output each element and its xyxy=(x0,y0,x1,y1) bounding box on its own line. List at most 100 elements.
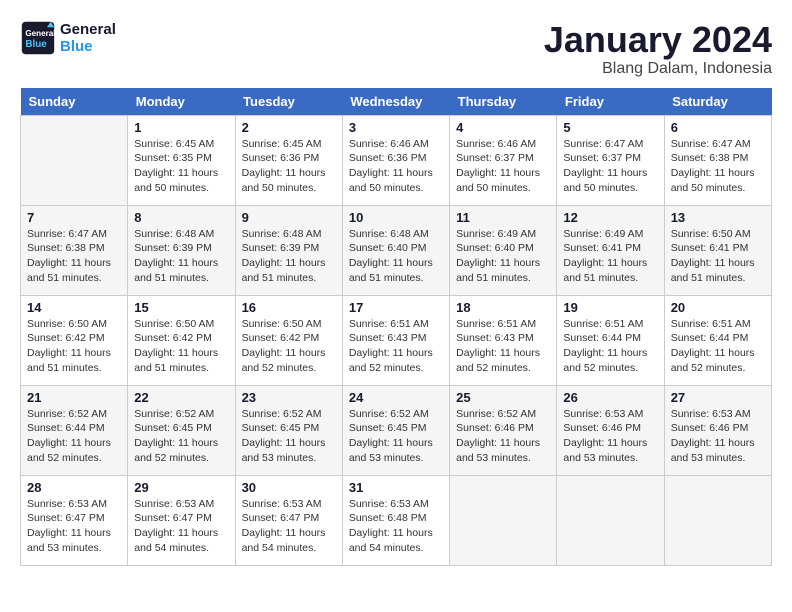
day-number: 30 xyxy=(242,480,336,495)
calendar-week-row: 21 Sunrise: 6:52 AMSunset: 6:44 PMDayligh… xyxy=(21,385,772,475)
day-info: Sunrise: 6:51 AMSunset: 6:43 PMDaylight:… xyxy=(349,317,443,376)
calendar-cell: 14 Sunrise: 6:50 AMSunset: 6:42 PMDayligh… xyxy=(21,295,128,385)
day-number: 3 xyxy=(349,120,443,135)
day-info: Sunrise: 6:46 AMSunset: 6:36 PMDaylight:… xyxy=(349,137,443,196)
weekday-header-saturday: Saturday xyxy=(664,88,771,116)
day-info: Sunrise: 6:52 AMSunset: 6:45 PMDaylight:… xyxy=(134,407,228,466)
calendar-week-row: 14 Sunrise: 6:50 AMSunset: 6:42 PMDayligh… xyxy=(21,295,772,385)
weekday-header-friday: Friday xyxy=(557,88,664,116)
day-number: 7 xyxy=(27,210,121,225)
calendar-cell: 5Sunrise: 6:47 AMSunset: 6:37 PMDaylight… xyxy=(557,115,664,205)
day-number: 1 xyxy=(134,120,228,135)
calendar-cell: 29 Sunrise: 6:53 AMSunset: 6:47 PMDayligh… xyxy=(128,475,235,565)
day-number: 2 xyxy=(242,120,336,135)
page-header: General Blue General Blue January 2024 B… xyxy=(20,20,772,78)
calendar-cell: 28Sunrise: 6:53 AMSunset: 6:47 PMDayligh… xyxy=(21,475,128,565)
calendar-cell xyxy=(450,475,557,565)
calendar-cell: 6 Sunrise: 6:47 AMSunset: 6:38 PMDaylight… xyxy=(664,115,771,205)
logo-icon: General Blue xyxy=(20,20,56,56)
day-number: 29 xyxy=(134,480,228,495)
day-info: Sunrise: 6:50 AMSunset: 6:41 PMDaylight:… xyxy=(671,227,765,286)
day-number: 24 xyxy=(349,390,443,405)
day-info: Sunrise: 6:53 AMSunset: 6:47 PMDaylight:… xyxy=(134,497,228,556)
calendar-cell: 10 Sunrise: 6:48 AMSunset: 6:40 PMDayligh… xyxy=(342,205,449,295)
weekday-header-sunday: Sunday xyxy=(21,88,128,116)
day-number: 10 xyxy=(349,210,443,225)
calendar-cell: 21 Sunrise: 6:52 AMSunset: 6:44 PMDayligh… xyxy=(21,385,128,475)
calendar-cell: 31 Sunrise: 6:53 AMSunset: 6:48 PMDayligh… xyxy=(342,475,449,565)
calendar-cell: 15Sunrise: 6:50 AMSunset: 6:42 PMDayligh… xyxy=(128,295,235,385)
calendar-cell: 13 Sunrise: 6:50 AMSunset: 6:41 PMDayligh… xyxy=(664,205,771,295)
day-number: 12 xyxy=(563,210,657,225)
day-number: 28 xyxy=(27,480,121,495)
day-number: 9 xyxy=(242,210,336,225)
svg-text:Blue: Blue xyxy=(25,39,47,50)
calendar-cell: 12 Sunrise: 6:49 AMSunset: 6:41 PMDayligh… xyxy=(557,205,664,295)
day-info: Sunrise: 6:51 AMSunset: 6:44 PMDaylight:… xyxy=(671,317,765,376)
day-info: Sunrise: 6:48 AMSunset: 6:39 PMDaylight:… xyxy=(242,227,336,286)
day-info: Sunrise: 6:47 AMSunset: 6:38 PMDaylight:… xyxy=(27,227,121,286)
day-number: 17 xyxy=(349,300,443,315)
day-info: Sunrise: 6:52 AMSunset: 6:45 PMDaylight:… xyxy=(349,407,443,466)
calendar-cell: 16 Sunrise: 6:50 AMSunset: 6:42 PMDayligh… xyxy=(235,295,342,385)
calendar-week-row: 7 Sunrise: 6:47 AMSunset: 6:38 PMDaylight… xyxy=(21,205,772,295)
calendar-cell: 4 Sunrise: 6:46 AMSunset: 6:37 PMDaylight… xyxy=(450,115,557,205)
day-number: 14 xyxy=(27,300,121,315)
day-info: Sunrise: 6:50 AMSunset: 6:42 PMDaylight:… xyxy=(134,317,228,376)
calendar-cell: 7 Sunrise: 6:47 AMSunset: 6:38 PMDaylight… xyxy=(21,205,128,295)
day-info: Sunrise: 6:53 AMSunset: 6:46 PMDaylight:… xyxy=(563,407,657,466)
calendar-cell xyxy=(664,475,771,565)
day-info: Sunrise: 6:45 AMSunset: 6:36 PMDaylight:… xyxy=(242,137,336,196)
weekday-header-thursday: Thursday xyxy=(450,88,557,116)
day-number: 31 xyxy=(349,480,443,495)
calendar-table: SundayMondayTuesdayWednesdayThursdayFrid… xyxy=(20,88,772,566)
day-number: 27 xyxy=(671,390,765,405)
calendar-week-row: 28 Sunrise: 6:53 AMSunset: 6:47 PMDayligh… xyxy=(21,475,772,565)
day-number: 26 xyxy=(563,390,657,405)
day-info: Sunrise: 6:48 AMSunset: 6:40 PMDaylight:… xyxy=(349,227,443,286)
calendar-cell: 2 Sunrise: 6:45 AMSunset: 6:36 PMDaylight… xyxy=(235,115,342,205)
day-number: 18 xyxy=(456,300,550,315)
calendar-cell xyxy=(557,475,664,565)
calendar-cell: 25 Sunrise: 6:52 AMSunset: 6:46 PMDayligh… xyxy=(450,385,557,475)
svg-text:General: General xyxy=(25,29,55,38)
day-number: 25 xyxy=(456,390,550,405)
day-info: Sunrise: 6:47 AMSunset: 6:38 PMDaylight:… xyxy=(671,137,765,196)
calendar-cell: 22 Sunrise: 6:52 AMSunset: 6:45 PMDayligh… xyxy=(128,385,235,475)
day-info: Sunrise: 6:51 AMSunset: 6:43 PMDaylight:… xyxy=(456,317,550,376)
day-info: Sunrise: 6:52 AMSunset: 6:46 PMDaylight:… xyxy=(456,407,550,466)
day-number: 6 xyxy=(671,120,765,135)
title-section: January 2024 Blang Dalam, Indonesia xyxy=(544,20,772,78)
calendar-cell: 23Sunrise: 6:52 AMSunset: 6:45 PMDayligh… xyxy=(235,385,342,475)
logo: General Blue General Blue xyxy=(20,20,116,56)
calendar-cell: 9 Sunrise: 6:48 AMSunset: 6:39 PMDaylight… xyxy=(235,205,342,295)
weekday-header-wednesday: Wednesday xyxy=(342,88,449,116)
calendar-cell xyxy=(21,115,128,205)
calendar-week-row: 1Sunrise: 6:45 AMSunset: 6:35 PMDaylight… xyxy=(21,115,772,205)
day-number: 22 xyxy=(134,390,228,405)
calendar-cell: 3 Sunrise: 6:46 AMSunset: 6:36 PMDaylight… xyxy=(342,115,449,205)
day-info: Sunrise: 6:46 AMSunset: 6:37 PMDaylight:… xyxy=(456,137,550,196)
calendar-header-row: SundayMondayTuesdayWednesdayThursdayFrid… xyxy=(21,88,772,116)
calendar-cell: 18 Sunrise: 6:51 AMSunset: 6:43 PMDayligh… xyxy=(450,295,557,385)
calendar-cell: 19 Sunrise: 6:51 AMSunset: 6:44 PMDayligh… xyxy=(557,295,664,385)
logo-text: General Blue xyxy=(60,21,116,55)
day-number: 21 xyxy=(27,390,121,405)
day-info: Sunrise: 6:53 AMSunset: 6:47 PMDaylight:… xyxy=(242,497,336,556)
day-info: Sunrise: 6:48 AMSunset: 6:39 PMDaylight:… xyxy=(134,227,228,286)
day-number: 4 xyxy=(456,120,550,135)
day-info: Sunrise: 6:50 AMSunset: 6:42 PMDaylight:… xyxy=(27,317,121,376)
day-number: 19 xyxy=(563,300,657,315)
day-info: Sunrise: 6:50 AMSunset: 6:42 PMDaylight:… xyxy=(242,317,336,376)
day-info: Sunrise: 6:52 AMSunset: 6:44 PMDaylight:… xyxy=(27,407,121,466)
day-number: 16 xyxy=(242,300,336,315)
day-number: 13 xyxy=(671,210,765,225)
main-title: January 2024 xyxy=(544,20,772,60)
weekday-header-monday: Monday xyxy=(128,88,235,116)
day-info: Sunrise: 6:51 AMSunset: 6:44 PMDaylight:… xyxy=(563,317,657,376)
day-info: Sunrise: 6:49 AMSunset: 6:41 PMDaylight:… xyxy=(563,227,657,286)
weekday-header-tuesday: Tuesday xyxy=(235,88,342,116)
day-info: Sunrise: 6:47 AMSunset: 6:37 PMDaylight:… xyxy=(563,137,657,196)
day-info: Sunrise: 6:53 AMSunset: 6:48 PMDaylight:… xyxy=(349,497,443,556)
calendar-cell: 24 Sunrise: 6:52 AMSunset: 6:45 PMDayligh… xyxy=(342,385,449,475)
